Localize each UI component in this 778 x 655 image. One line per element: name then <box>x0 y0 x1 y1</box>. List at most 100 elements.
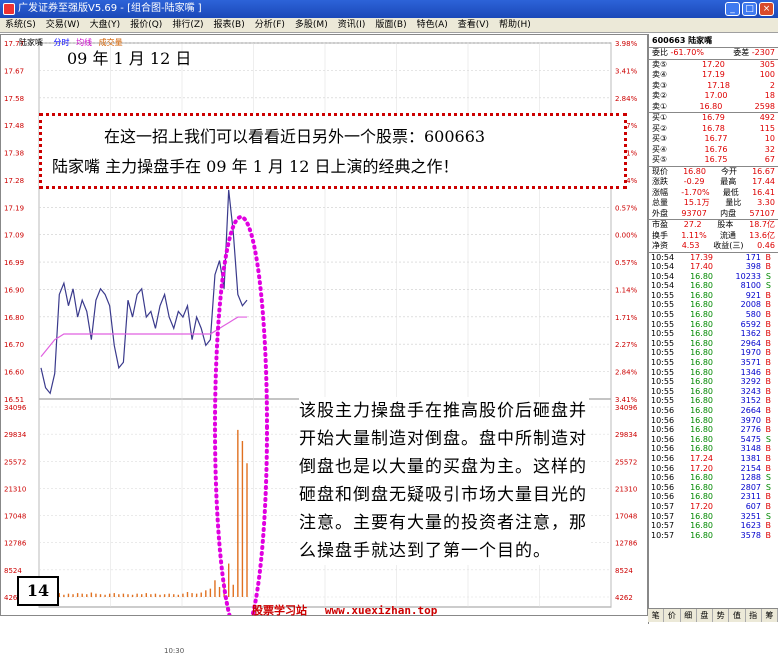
menu-item[interactable]: 版面(B) <box>370 18 411 32</box>
tick-row[interactable]: 10:56 16.80 1288 S <box>649 473 778 483</box>
stat-label: 市盈 <box>652 220 668 229</box>
maximize-button[interactable]: □ <box>742 2 757 16</box>
tick-row[interactable]: 10:55 16.80 3152 B <box>649 396 778 406</box>
quote-row[interactable]: 卖④ 17.19 100 <box>649 70 778 81</box>
tick-volume: 3578 <box>740 530 761 540</box>
quote-label: 买② <box>652 123 668 133</box>
quote-row[interactable]: 卖① 16.80 2598 <box>649 102 778 113</box>
tick-row[interactable]: 10:56 16.80 2311 B <box>649 492 778 502</box>
tick-row[interactable]: 10:56 17.20 2154 B <box>649 464 778 474</box>
tick-row[interactable]: 10:55 16.80 6592 B <box>649 320 778 330</box>
menu-item[interactable]: 分析(F) <box>250 18 290 32</box>
y-tick-left: 17.09 <box>4 232 24 240</box>
tick-row[interactable]: 10:57 16.80 3251 S <box>649 512 778 522</box>
tick-row[interactable]: 10:55 16.80 1362 B <box>649 329 778 339</box>
tick-side: S <box>765 271 771 281</box>
panel-tab[interactable]: 笔 <box>648 609 665 622</box>
tick-side: B <box>765 348 772 358</box>
tick-price: 16.80 <box>690 367 713 377</box>
tick-row[interactable]: 10:55 16.80 3292 B <box>649 377 778 387</box>
tick-row[interactable]: 10:54 16.80 8100 S <box>649 281 778 291</box>
close-button[interactable]: × <box>759 2 774 16</box>
tick-row[interactable]: 10:55 16.80 3571 B <box>649 358 778 368</box>
quote-row[interactable]: 买② 16.78 115 <box>649 124 778 135</box>
menu-item[interactable]: 大盘(Y) <box>85 18 126 32</box>
tick-volume: 1381 <box>740 453 761 463</box>
menu-item[interactable]: 排行(Z) <box>167 18 208 32</box>
tick-side: B <box>765 290 772 300</box>
tick-price: 16.80 <box>690 281 713 291</box>
menu-item[interactable]: 系统(S) <box>0 18 41 32</box>
stat-value: 13.6亿 <box>749 230 775 240</box>
panel-tab[interactable]: 筹 <box>762 609 778 622</box>
tick-row[interactable]: 10:55 16.80 1346 B <box>649 368 778 378</box>
menu-item[interactable]: 多股(M) <box>290 18 333 32</box>
quote-row[interactable]: 卖② 17.00 18 <box>649 91 778 102</box>
quote-row[interactable]: 卖③ 17.18 2 <box>649 81 778 92</box>
menu-bar: 系统(S) 交易(W) 大盘(Y) 报价(Q) 排行(Z) 报表(B) 分析(F) 多股(M)… <box>0 18 778 33</box>
tick-row[interactable]: 10:54 17.40 398 B <box>649 262 778 272</box>
y-tick-left: 16.70 <box>4 341 24 349</box>
stat-value: 4.53 <box>681 241 700 250</box>
panel-tab[interactable]: 价 <box>664 609 681 622</box>
tick-volume: 1362 <box>740 329 761 339</box>
weicha-label: 委差 <box>733 48 750 57</box>
tick-row[interactable]: 10:55 16.80 2964 B <box>649 339 778 349</box>
y-tick-left: 17.19 <box>4 204 24 212</box>
tick-price: 16.80 <box>690 300 713 310</box>
tick-row[interactable]: 10:57 17.20 607 B <box>649 502 778 512</box>
stat-value: 0.46 <box>757 241 775 250</box>
tick-row[interactable]: 10:57 16.80 1623 B <box>649 521 778 531</box>
tick-row[interactable]: 10:57 16.80 3578 B <box>649 531 778 541</box>
tick-list: 10:54 17.39 171 B 10:54 17.40 398 B 10:54 16.80 10… <box>649 251 778 541</box>
tick-volume: 3243 <box>740 386 761 396</box>
tick-row[interactable]: 10:54 17.39 171 B <box>649 253 778 263</box>
menu-item[interactable]: 帮助(H) <box>494 18 536 32</box>
quote-price: 16.75 <box>704 155 728 164</box>
panel-tab[interactable]: 值 <box>729 609 746 622</box>
quote-row[interactable]: 买① 16.79 492 <box>649 113 778 124</box>
tick-row[interactable]: 10:54 16.80 10233 S <box>649 272 778 282</box>
tick-side: B <box>765 319 772 329</box>
menu-item[interactable]: 资讯(I) <box>333 18 371 32</box>
stat-label: 量比 <box>725 198 742 207</box>
tick-row[interactable]: 10:55 16.80 580 B <box>649 310 778 320</box>
tick-time: 10:55 <box>651 338 675 348</box>
stat-row: 现价 16.80 今开 16.67 <box>649 167 778 178</box>
quote-row[interactable]: 买⑤ 16.75 67 <box>649 155 778 166</box>
stat-row: 净资 4.53 收益(三) 0.46 <box>649 241 778 252</box>
quote-volume: 2 <box>769 80 775 90</box>
tick-row[interactable]: 10:56 16.80 2664 B <box>649 406 778 416</box>
tick-volume: 2776 <box>740 425 761 435</box>
panel-tab[interactable]: 细 <box>681 609 697 622</box>
tick-row[interactable]: 10:56 17.24 1381 B <box>649 454 778 464</box>
quote-row[interactable]: 买③ 16.77 10 <box>649 134 778 145</box>
tick-row[interactable]: 10:56 16.80 2807 S <box>649 483 778 493</box>
quote-row[interactable]: 买④ 16.76 32 <box>649 145 778 156</box>
tick-row[interactable]: 10:56 16.80 2776 B <box>649 425 778 435</box>
menu-item[interactable]: 特色(A) <box>412 18 453 32</box>
minimize-button[interactable]: _ <box>725 2 740 16</box>
panel-tab[interactable]: 指 <box>746 609 762 622</box>
tick-price: 16.80 <box>690 444 713 454</box>
tick-row[interactable]: 10:55 16.80 2008 B <box>649 300 778 310</box>
panel-tab[interactable]: 势 <box>713 609 730 622</box>
tick-row[interactable]: 10:56 16.80 3148 B <box>649 444 778 454</box>
watermark: 股票学习站 www.xuexizhan.top <box>252 602 437 618</box>
tick-row[interactable]: 10:55 16.80 3243 B <box>649 387 778 397</box>
vol-tick-left: 34096 <box>4 404 27 412</box>
menu-item[interactable]: 报表(B) <box>209 18 250 32</box>
quote-row[interactable]: 卖⑤ 17.20 305 <box>649 60 778 71</box>
tick-row[interactable]: 10:55 16.80 921 B <box>649 291 778 301</box>
panel-tab[interactable]: 盘 <box>697 609 713 622</box>
tick-volume: 2664 <box>740 406 761 415</box>
menu-item[interactable]: 报价(Q) <box>125 18 167 32</box>
vol-tick-left: 21310 <box>4 485 26 493</box>
menu-item[interactable]: 查看(V) <box>453 18 494 32</box>
tick-row[interactable]: 10:56 16.80 3970 B <box>649 416 778 426</box>
menu-item[interactable]: 交易(W) <box>41 18 85 32</box>
tick-time: 10:55 <box>651 300 675 310</box>
stat-label: 最低 <box>722 187 739 197</box>
tick-row[interactable]: 10:56 16.80 5475 S <box>649 435 778 445</box>
tick-row[interactable]: 10:55 16.80 1970 B <box>649 348 778 358</box>
